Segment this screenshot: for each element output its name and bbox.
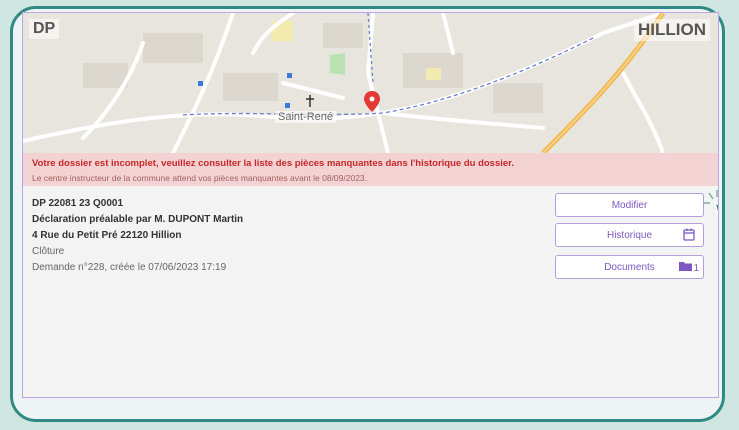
commune-name: HILLION [634,19,710,41]
dossier-info: DP 22081 23 Q0001 Déclaration préalable … [32,196,512,276]
history-button[interactable]: Historique [555,223,704,247]
dossier-reference: DP 22081 23 Q0001 [32,198,124,209]
dossier-request: Demande n°228, créée le 07/06/2023 17:19 [32,262,227,273]
documents-count: 1 [679,261,699,274]
documents-count-value: 1 [693,263,699,274]
map-streets [23,13,718,153]
alert-title: Votre dossier est incomplet, veuillez co… [32,158,514,169]
modify-button-label: Modifier [611,199,648,211]
pointer-cursor-icon [703,189,718,232]
calendar-icon [683,228,695,244]
dossier-declaration: Déclaration préalable par M. DUPONT Mart… [32,214,244,225]
history-button-label: Historique [606,229,653,241]
documents-button[interactable]: Documents 1 [555,255,704,279]
dossier-object: Clôture [32,246,65,257]
dossier-address: 4 Rue du Petit Pré 22120 Hillion [32,230,182,241]
modify-button[interactable]: Modifier [555,193,704,217]
documents-button-label: Documents [604,261,655,273]
dossier-card: DP HILLION Saint-René Votre dossier est … [22,12,719,398]
map-place-label: Saint-René [275,111,337,123]
alert-subtitle: Le centre instructeur de la commune atte… [32,173,368,183]
dossier-type-code: DP [29,19,60,39]
incomplete-alert: Votre dossier est incomplet, veuillez co… [23,153,718,186]
location-map[interactable]: DP HILLION Saint-René [23,13,718,153]
folder-icon [679,262,693,271]
